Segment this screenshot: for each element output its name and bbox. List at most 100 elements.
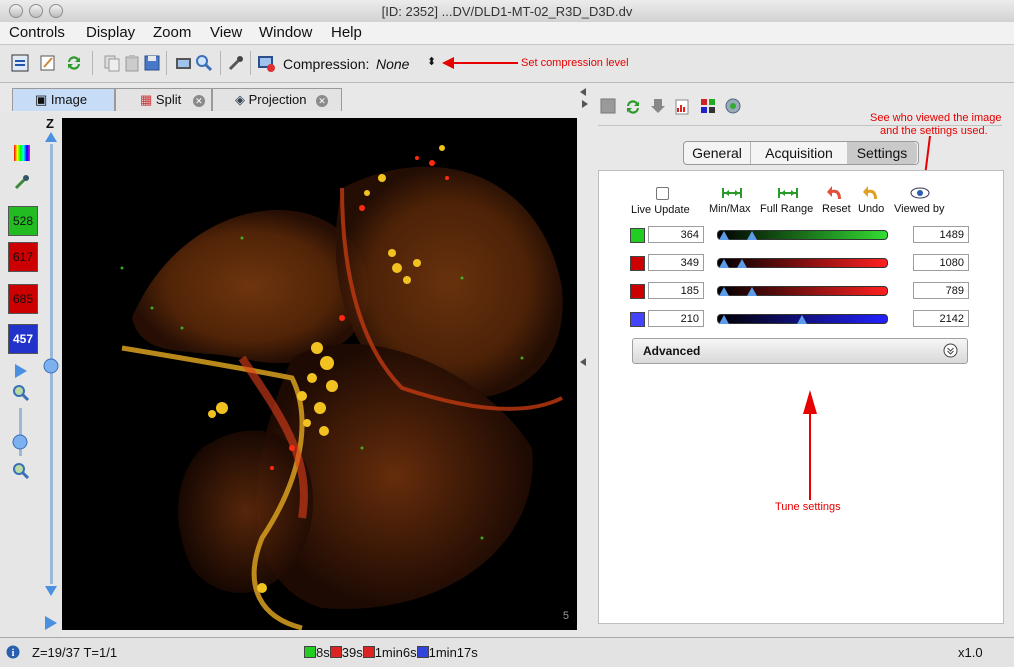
- tab-split-label: Split: [155, 92, 182, 107]
- annotation-arrow-tune-icon: [803, 390, 817, 500]
- viewer-icon[interactable]: [10, 53, 30, 73]
- zoom-slider-thumb[interactable]: [12, 434, 28, 450]
- channel-swatch-red-2[interactable]: [630, 284, 645, 299]
- scale-bar-label: 5: [562, 610, 569, 622]
- window-title: [ID: 2352] ...DV/DLD1-MT-02_R3D_D3D.dv: [381, 4, 633, 19]
- tab-image[interactable]: ▣ Image: [12, 88, 115, 111]
- render-settings-icon[interactable]: [724, 97, 742, 115]
- info-icon[interactable]: i: [6, 645, 20, 659]
- timing-swatch-green: [304, 646, 316, 658]
- timing-2: 39s: [341, 645, 363, 660]
- z-up-arrow-icon[interactable]: [45, 132, 57, 142]
- min-max-icon[interactable]: [722, 187, 742, 199]
- channel-1-max-field[interactable]: 1489: [913, 226, 969, 243]
- timing-swatch-red-2: [362, 646, 375, 658]
- menu-zoom[interactable]: Zoom: [153, 24, 191, 41]
- channel-1-range-slider[interactable]: [717, 230, 888, 240]
- viewed-by-label[interactable]: Viewed by: [894, 203, 945, 215]
- refresh-settings-icon[interactable]: [624, 98, 642, 116]
- channel-3-range-slider[interactable]: [717, 286, 888, 296]
- channel-2-min-thumb[interactable]: [718, 259, 729, 268]
- title-bar: [ID: 2352] ...DV/DLD1-MT-02_R3D_D3D.dv: [0, 0, 1014, 23]
- channel-button-457[interactable]: 457: [8, 324, 38, 354]
- channel-1-min-field[interactable]: 364: [648, 226, 704, 243]
- channel-2-max-thumb[interactable]: [737, 259, 748, 268]
- tab-settings-label: Settings: [856, 145, 908, 161]
- channel-4-min-field[interactable]: 210: [648, 310, 704, 327]
- channel-1-max-thumb[interactable]: [747, 231, 758, 240]
- edit-icon[interactable]: [38, 53, 58, 73]
- menu-controls[interactable]: Controls: [9, 24, 65, 41]
- zoom-out-icon[interactable]: [12, 462, 30, 480]
- reset-label[interactable]: Reset: [822, 203, 851, 215]
- splitter-collapse-icon[interactable]: [580, 88, 588, 96]
- download-icon[interactable]: [650, 98, 666, 114]
- z-slider-thumb[interactable]: [43, 358, 59, 374]
- channel-3-max-thumb[interactable]: [747, 287, 758, 296]
- movie-icon[interactable]: [174, 53, 194, 73]
- timing-swatch-blue: [416, 646, 429, 658]
- close-projection-icon[interactable]: ✕: [316, 95, 329, 107]
- copy-icon[interactable]: [102, 53, 122, 73]
- select-arrows-icon[interactable]: ⬍: [427, 55, 436, 68]
- reset-arrow-icon[interactable]: [827, 185, 845, 201]
- advanced-toggle[interactable]: Advanced: [632, 338, 968, 364]
- channel-2-max-field[interactable]: 1080: [913, 254, 969, 271]
- eyedropper-icon[interactable]: [13, 173, 31, 191]
- menu-help[interactable]: Help: [331, 24, 362, 41]
- splitter-handle-icon[interactable]: [580, 358, 588, 366]
- channel-button-617[interactable]: 617: [8, 242, 38, 272]
- menu-display[interactable]: Display: [86, 24, 135, 41]
- splitter-expand-icon[interactable]: [580, 100, 588, 108]
- channel-4-max-field[interactable]: 2142: [913, 310, 969, 327]
- save-settings-icon[interactable]: [600, 98, 616, 114]
- min-max-label[interactable]: Min/Max: [709, 203, 751, 215]
- channel-3-min-field[interactable]: 185: [648, 282, 704, 299]
- channel-3-max-field[interactable]: 789: [913, 282, 969, 299]
- histogram-icon[interactable]: [674, 98, 692, 116]
- channel-swatch-green[interactable]: [630, 228, 645, 243]
- channel-4-max-thumb[interactable]: [796, 315, 807, 324]
- menu-window[interactable]: Window: [259, 24, 312, 41]
- channel-swatch-red-1[interactable]: [630, 256, 645, 271]
- channel-2-min-field[interactable]: 349: [648, 254, 704, 271]
- tab-split[interactable]: ▦ Split ✕: [115, 88, 212, 111]
- image-canvas[interactable]: 5: [62, 118, 577, 630]
- play-icon[interactable]: [14, 364, 28, 378]
- tab-acquisition-label: Acquisition: [765, 145, 833, 161]
- eye-icon[interactable]: [910, 186, 930, 200]
- t-play-icon[interactable]: [44, 616, 58, 630]
- undo-arrow-icon[interactable]: [863, 185, 881, 201]
- plane-position: Z=19/37 T=1/1: [32, 645, 118, 660]
- undo-label[interactable]: Undo: [858, 203, 884, 215]
- channel-1-min-thumb[interactable]: [718, 231, 729, 240]
- paste-icon[interactable]: [122, 53, 142, 73]
- expand-chevron-icon[interactable]: [943, 343, 958, 358]
- tab-settings[interactable]: Settings: [847, 142, 917, 164]
- close-split-icon[interactable]: ✕: [192, 95, 205, 107]
- compression-select[interactable]: None: [376, 56, 409, 72]
- live-update-checkbox[interactable]: [656, 187, 669, 200]
- channel-button-685[interactable]: 685: [8, 284, 38, 314]
- channel-button-528[interactable]: 528: [8, 206, 38, 236]
- full-range-icon[interactable]: [778, 187, 798, 199]
- z-down-arrow-icon[interactable]: [45, 586, 57, 596]
- zoom-in-icon[interactable]: [12, 384, 30, 402]
- channel-685-label: 685: [12, 292, 34, 306]
- save-icon[interactable]: [142, 53, 162, 73]
- channel-swatch-blue[interactable]: [630, 312, 645, 327]
- menu-view[interactable]: View: [210, 24, 242, 41]
- tab-acquisition[interactable]: Acquisition: [750, 142, 848, 164]
- color-palette-icon[interactable]: [14, 145, 30, 161]
- tab-projection[interactable]: ◈ Projection ✕: [212, 88, 342, 111]
- full-range-label[interactable]: Full Range: [760, 203, 813, 215]
- channel-3-min-thumb[interactable]: [718, 287, 729, 296]
- zoom-icon[interactable]: [194, 53, 214, 73]
- toolbar: Compression: None ⬍ Set compression leve…: [0, 45, 1014, 83]
- pipette-icon[interactable]: [226, 53, 246, 73]
- channel-grid-icon[interactable]: [700, 98, 716, 114]
- timing-list: 8s 39s 1min6s 1min17s: [304, 645, 478, 660]
- channel-4-min-thumb[interactable]: [718, 315, 729, 324]
- refresh-icon[interactable]: [64, 53, 84, 73]
- tab-general[interactable]: General: [685, 142, 749, 164]
